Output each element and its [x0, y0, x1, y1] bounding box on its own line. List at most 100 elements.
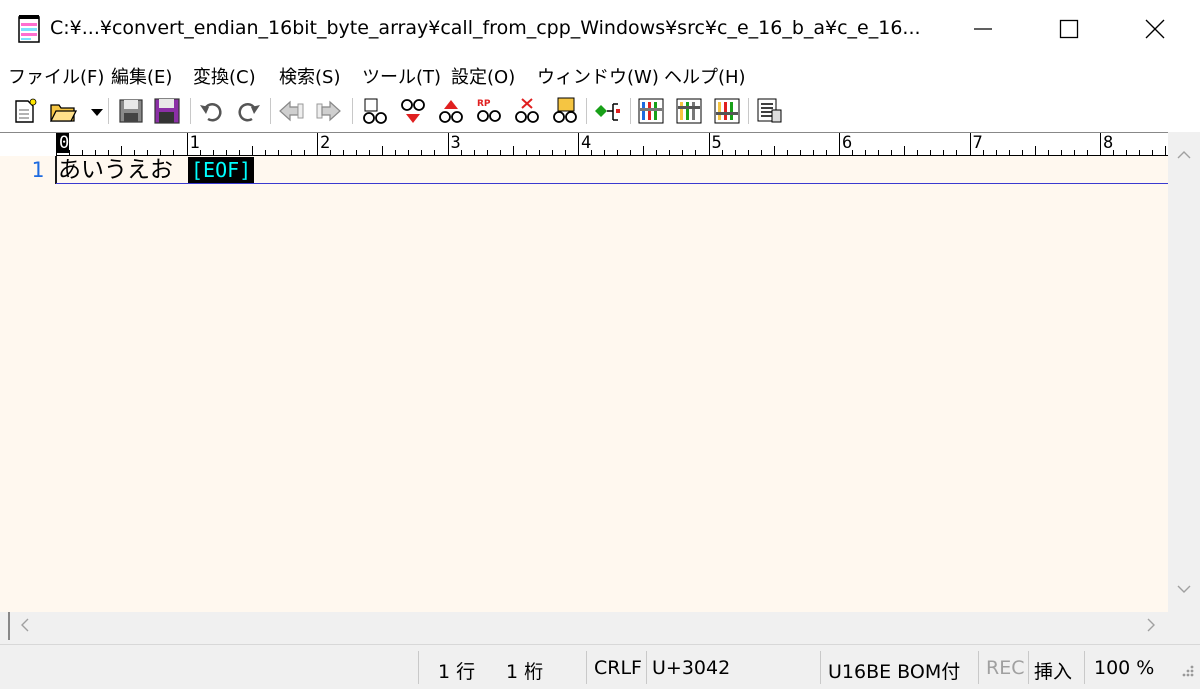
cursor-line-underline	[56, 183, 1168, 184]
title-bar: C:¥...¥convert_endian_16bit_byte_array¥c…	[0, 0, 1200, 58]
undo-icon	[200, 103, 222, 122]
ruler-label: 7	[972, 133, 983, 153]
find-prev-button[interactable]	[436, 96, 466, 126]
editor-area[interactable]: 1 あいうえお [EOF]	[0, 156, 1168, 612]
maximize-icon	[1059, 19, 1079, 39]
status-separator	[1028, 651, 1029, 684]
find-icon	[363, 98, 387, 124]
status-bar: 1 行 1 桁 CRLF U+3042 U16BE BOM付 REC 挿入 10…	[0, 644, 1200, 689]
maximize-button[interactable]	[1026, 0, 1112, 58]
menu-help[interactable]: ヘルプ(H)	[664, 63, 746, 89]
find-next-button[interactable]	[398, 96, 428, 126]
scrollbar-edge	[8, 612, 10, 640]
line-number-gutter: 1	[0, 156, 56, 612]
toolbar-separator	[108, 98, 109, 124]
status-insert-mode[interactable]: 挿入	[1034, 657, 1072, 684]
menu-edit[interactable]: 編集(E)	[111, 63, 172, 89]
open-dropdown-button[interactable]	[82, 96, 103, 126]
scroll-down-icon[interactable]	[1177, 584, 1191, 594]
menu-tools[interactable]: ツール(T)	[362, 63, 441, 89]
status-rec[interactable]: REC	[986, 657, 1024, 679]
replace-button[interactable]: RP	[474, 96, 504, 126]
window-title: C:¥...¥convert_endian_16bit_byte_array¥c…	[50, 17, 921, 39]
toolbar-separator	[352, 98, 353, 124]
toolbar-separator	[630, 98, 631, 124]
ruler-label: 2	[320, 133, 331, 153]
status-zoom[interactable]: 100 %	[1094, 657, 1154, 679]
jump-forward-icon	[316, 100, 341, 122]
ruler-label: 8	[1103, 133, 1114, 153]
redo-button[interactable]	[234, 96, 264, 126]
status-separator	[1084, 651, 1085, 684]
save-icon	[119, 99, 143, 123]
settings-common-icon	[638, 98, 664, 124]
outline-icon	[595, 103, 620, 121]
menu-search[interactable]: 検索(S)	[279, 63, 340, 89]
ruler-label: 5	[711, 133, 722, 153]
save-all-icon	[154, 98, 180, 124]
settings-font-icon	[714, 98, 740, 124]
status-line-ending[interactable]: CRLF	[594, 657, 642, 679]
status-row: 1 行	[438, 661, 476, 683]
clear-mark-button[interactable]	[512, 96, 542, 126]
scroll-right-icon[interactable]	[1146, 618, 1156, 632]
eof-marker: [EOF]	[188, 157, 255, 183]
redo-icon	[238, 103, 260, 122]
toolbar-separator	[190, 98, 191, 124]
ruler-label: 4	[581, 133, 592, 153]
open-file-icon	[49, 104, 78, 122]
status-separator	[978, 651, 979, 684]
window-list-icon	[757, 98, 782, 123]
menu-window[interactable]: ウィンドウ(W)	[537, 63, 659, 89]
horizontal-scrollbar[interactable]	[0, 612, 1200, 644]
clear-mark-icon	[515, 98, 539, 123]
ruler-gutter	[0, 133, 56, 157]
replace-icon: RP	[477, 99, 501, 122]
scroll-left-icon[interactable]	[20, 618, 30, 632]
find-button[interactable]	[360, 96, 390, 126]
outline-button[interactable]	[592, 96, 622, 126]
svg-text:RP: RP	[477, 99, 491, 109]
line-number: 1	[31, 158, 44, 182]
minimize-button[interactable]	[940, 0, 1026, 58]
settings-type-button[interactable]	[674, 96, 704, 126]
save-button[interactable]	[116, 96, 146, 126]
close-button[interactable]	[1112, 0, 1198, 58]
toolbar-separator	[748, 98, 749, 124]
resize-grip-icon[interactable]	[1176, 661, 1196, 683]
find-next-icon	[401, 99, 425, 123]
status-separator	[820, 651, 821, 684]
grep-icon	[553, 97, 577, 123]
ruler-label: 1	[189, 133, 200, 153]
jump-forward-button[interactable]	[314, 96, 344, 126]
column-ruler: 0 1 2 3 4 5 6 7 8	[0, 132, 1168, 157]
open-file-button[interactable]	[48, 96, 78, 126]
new-file-button[interactable]	[10, 96, 40, 126]
settings-type-icon	[676, 98, 702, 124]
settings-common-button[interactable]	[636, 96, 666, 126]
status-encoding[interactable]: U16BE BOM付	[828, 657, 960, 684]
settings-font-button[interactable]	[712, 96, 742, 126]
window-list-button[interactable]	[754, 96, 784, 126]
minimize-icon	[974, 28, 992, 30]
menu-settings[interactable]: 設定(O)	[451, 63, 515, 89]
menu-file[interactable]: ファイル(F)	[8, 63, 104, 89]
line-text[interactable]: あいうえお	[58, 156, 173, 184]
menu-convert[interactable]: 変換(C)	[193, 63, 256, 89]
scroll-up-icon[interactable]	[1177, 150, 1191, 160]
ruler-label: 0	[57, 133, 70, 153]
undo-button[interactable]	[196, 96, 226, 126]
ruler-label: 3	[450, 133, 461, 153]
status-separator	[586, 651, 587, 684]
close-icon	[1145, 19, 1165, 39]
new-file-icon	[15, 98, 37, 123]
status-column: 1 桁	[506, 661, 544, 683]
status-separator	[418, 651, 419, 684]
vertical-scrollbar[interactable]	[1168, 132, 1200, 612]
jump-back-button[interactable]	[276, 96, 306, 126]
toolbar-separator	[270, 98, 271, 124]
status-separator	[646, 651, 647, 684]
save-all-button[interactable]	[152, 96, 182, 126]
current-line-marker	[55, 156, 57, 184]
grep-button[interactable]	[550, 96, 580, 126]
